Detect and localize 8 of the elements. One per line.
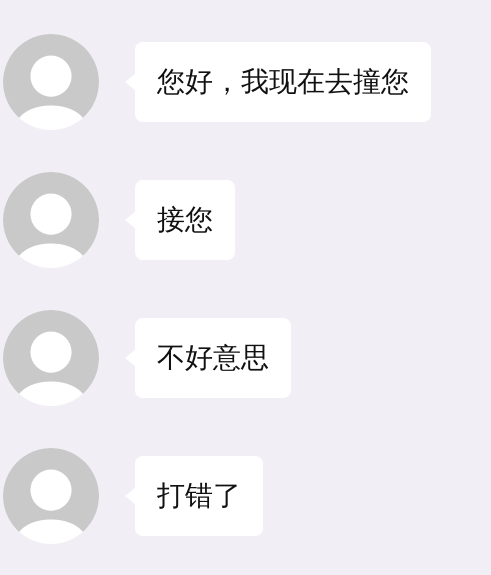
avatar-icon [2, 33, 100, 131]
message-bubble: 您好，我现在去撞您 [135, 42, 431, 122]
message-bubble: 接您 [135, 180, 235, 260]
message-bubble: 打错了 [135, 456, 263, 536]
avatar-icon [2, 309, 100, 407]
avatar-icon [2, 171, 100, 269]
message-bubble: 不好意思 [135, 318, 291, 398]
avatar-icon [2, 447, 100, 545]
